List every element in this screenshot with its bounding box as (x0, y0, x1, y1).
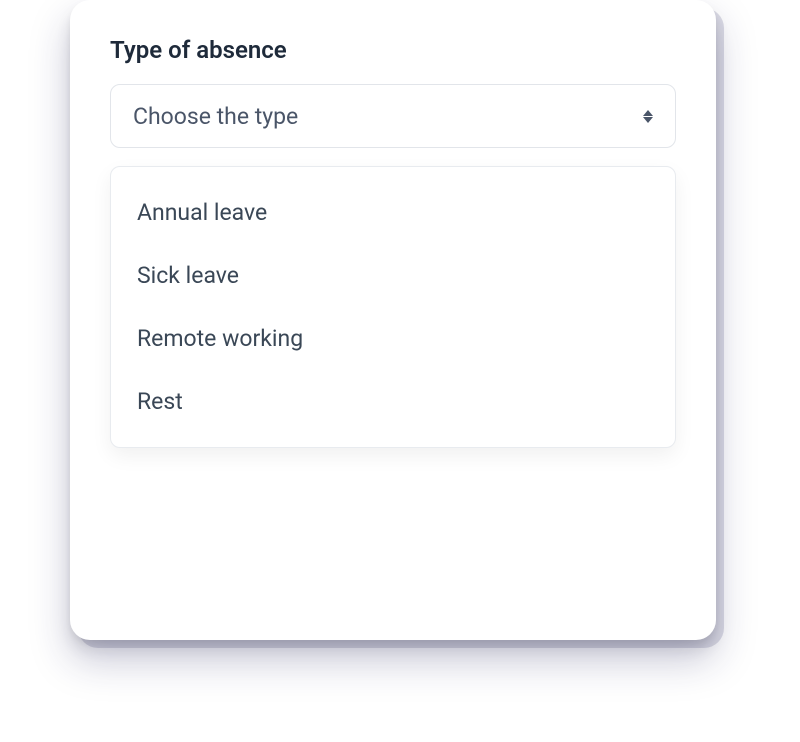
absence-type-dropdown: Annual leave Sick leave Remote working R… (110, 166, 676, 448)
dropdown-option-remote-working[interactable]: Remote working (111, 307, 675, 370)
dropdown-option-sick-leave[interactable]: Sick leave (111, 244, 675, 307)
form-card: Type of absence Choose the type Annual l… (70, 0, 716, 640)
dropdown-option-annual-leave[interactable]: Annual leave (111, 181, 675, 244)
chevron-up-down-icon (643, 110, 653, 123)
absence-type-select[interactable]: Choose the type (110, 84, 676, 148)
dropdown-option-rest[interactable]: Rest (111, 370, 675, 433)
field-label-absence-type: Type of absence (110, 36, 676, 64)
select-placeholder-text: Choose the type (133, 103, 298, 130)
